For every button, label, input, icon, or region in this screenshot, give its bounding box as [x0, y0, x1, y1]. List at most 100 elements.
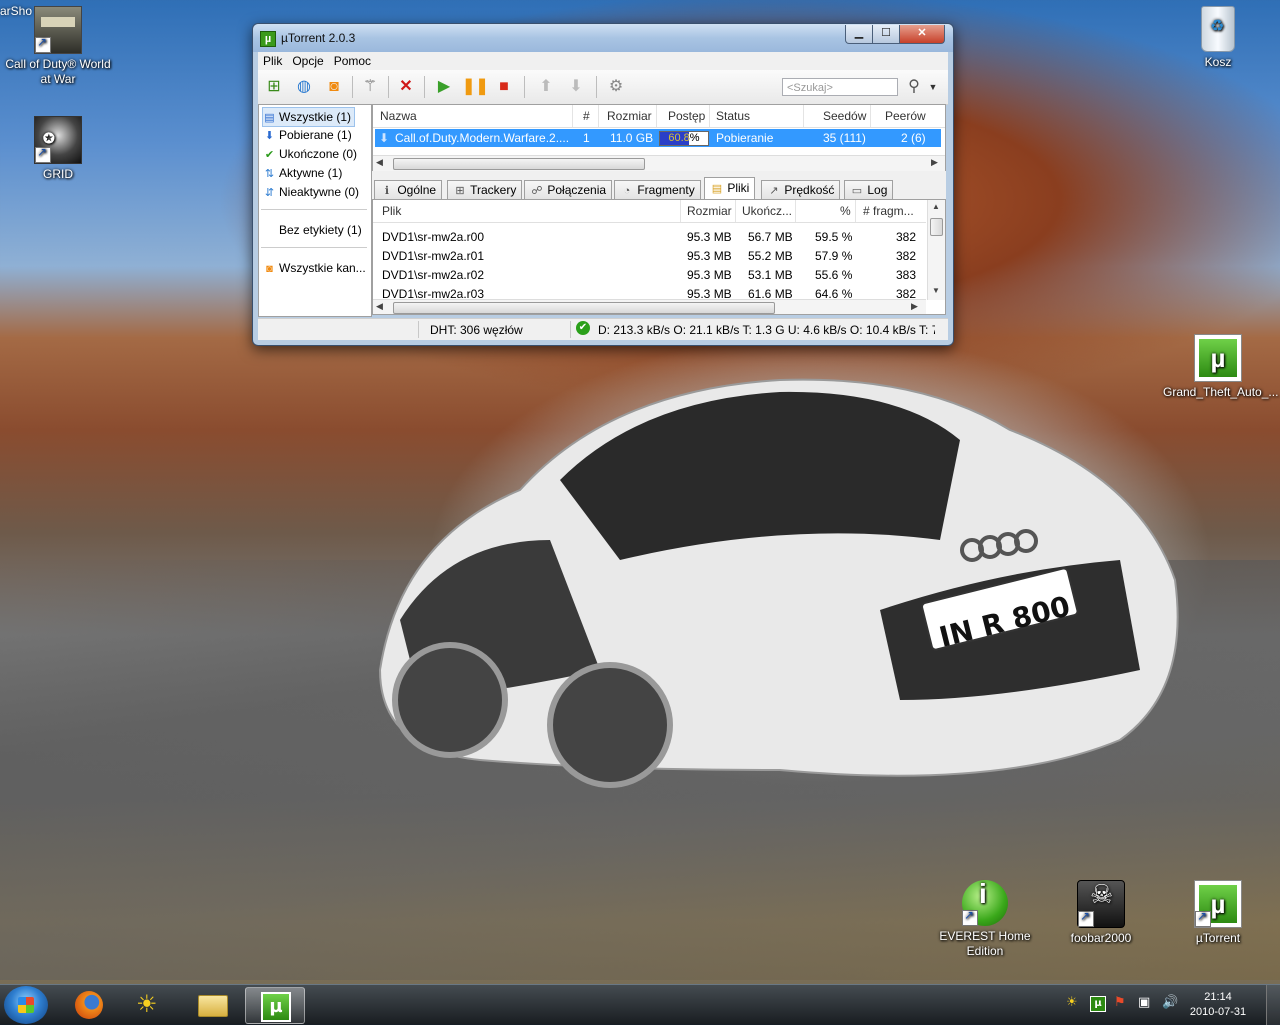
column-separator [735, 200, 736, 222]
column-pieces[interactable]: # fragm... [863, 204, 914, 218]
torrent-row[interactable]: ⬇ Call.of.Duty.Modern.Warfare.2.... 1 11… [375, 129, 941, 147]
column-percent[interactable]: % [840, 204, 851, 218]
category-inactive[interactable]: ⇵ Nieaktywne (0) [263, 183, 359, 201]
scroll-right-arrow-icon[interactable]: ▶ [911, 301, 918, 312]
taskbar-utorrent[interactable]: µ [245, 987, 305, 1024]
desktop-icon-gta-torrent[interactable]: µ Grand_Theft_Auto_... [1163, 334, 1278, 400]
remove-x-icon[interactable]: ✕ [394, 75, 418, 99]
desktop-icon-label: µTorrent [1195, 931, 1241, 945]
tab-files[interactable]: ▤ Pliki [704, 177, 756, 200]
add-url-icon[interactable]: ◍ [292, 75, 316, 99]
file-row[interactable]: DVD1\sr-mw2a.r02 95.3 MB 53.1 MB 55.6 % … [373, 265, 926, 284]
column-file-size[interactable]: Rozmiar [687, 204, 732, 218]
desktop-icon-utorrent[interactable]: µ µTorrent [1163, 880, 1273, 946]
taskbar-explorer[interactable] [182, 987, 240, 1022]
category-downloading[interactable]: ⬇ Pobierane (1) [263, 126, 352, 144]
tray-flag-icon[interactable]: ⚑ [1114, 995, 1126, 1010]
desktop-icon-everest[interactable]: i EVEREST Home Edition [930, 880, 1040, 959]
tab-label: Pliki [727, 181, 750, 195]
category-active[interactable]: ⇅ Aktywne (1) [263, 164, 342, 182]
create-torrent-wand-icon[interactable]: ⚚ [358, 75, 382, 99]
column-peers[interactable]: Peerów [885, 109, 926, 123]
tray-network-icon[interactable]: ▣ [1138, 995, 1150, 1010]
search-input[interactable]: <Szukaj> [782, 78, 898, 96]
scroll-left-arrow-icon[interactable]: ◀ [376, 157, 383, 168]
torrent-list-hscrollbar[interactable]: ◀ ▶ [373, 155, 945, 171]
column-completed[interactable]: Ukończ... [742, 204, 792, 218]
torrent-list: Nazwa # Rozmiar Postęp Status Seedów Pee… [372, 104, 946, 171]
scroll-left-arrow-icon[interactable]: ◀ [376, 301, 383, 312]
file-name: DVD1\sr-mw2a.r00 [382, 230, 485, 244]
file-percent: 57.9 % [815, 249, 853, 263]
preferences-gear-icon[interactable]: ⚙ [604, 75, 628, 99]
tab-peers[interactable]: ☍ Połączenia [524, 180, 613, 199]
category-completed[interactable]: ✔ Ukończone (0) [263, 145, 357, 163]
search-dropdown-icon[interactable]: ▼ [926, 75, 940, 99]
menu-plik[interactable]: Plik [258, 52, 287, 68]
torrent-list-header: Nazwa # Rozmiar Postęp Status Seedów Pee… [373, 105, 945, 128]
taskbar-firefox[interactable] [60, 987, 118, 1022]
start-orb-icon[interactable] [4, 986, 48, 1024]
toolbar-separator [388, 76, 389, 98]
column-separator [709, 105, 710, 127]
scroll-down-arrow-icon[interactable]: ▼ [932, 286, 940, 295]
category-all-feeds[interactable]: ◙ Wszystkie kan... [263, 259, 366, 277]
scrollbar-thumb[interactable] [393, 302, 775, 314]
utorrent-taskbar-icon: µ [261, 992, 291, 1022]
show-desktop-button[interactable] [1266, 985, 1280, 1025]
file-row[interactable]: DVD1\sr-mw2a.r00 95.3 MB 56.7 MB 59.5 % … [373, 227, 926, 246]
column-name[interactable]: Nazwa [380, 109, 417, 123]
sun-icon: ☀ [136, 990, 158, 1018]
category-all[interactable]: ▤ Wszystkie (1) [262, 107, 355, 127]
tab-log[interactable]: ▭ Log [844, 180, 894, 199]
clock[interactable]: 21:14 2010-07-31 [1186, 990, 1250, 1020]
search-magnifier-icon[interactable]: ⚲ [902, 75, 926, 99]
tray-utorrent-icon[interactable]: µ [1090, 996, 1106, 1012]
category-label: Bez etykiety (1) [279, 223, 362, 237]
column-num[interactable]: # [583, 109, 590, 123]
scroll-up-arrow-icon[interactable]: ▲ [932, 202, 940, 211]
tab-speed[interactable]: ↗ Prędkość [761, 180, 841, 199]
file-row[interactable]: DVD1\sr-mw2a.r01 95.3 MB 55.2 MB 57.9 % … [373, 246, 926, 265]
files-icon: ▤ [711, 183, 723, 195]
tab-trackers[interactable]: ⊞ Trackery [447, 180, 523, 199]
scrollbar-thumb[interactable] [393, 158, 645, 170]
file-list-hscrollbar[interactable]: ◀ ▶ [373, 299, 926, 314]
add-torrent-icon[interactable]: ⊞ [262, 75, 286, 99]
close-button[interactable]: ✕ [899, 25, 945, 44]
scroll-right-arrow-icon[interactable]: ▶ [931, 157, 938, 168]
move-up-icon[interactable]: ⬆ [534, 75, 558, 99]
tray-weather-icon[interactable]: ☀ [1066, 995, 1078, 1010]
info-icon: ℹ [384, 185, 390, 197]
add-rss-icon[interactable]: ◙ [322, 75, 346, 99]
minimize-button[interactable]: ▁ [845, 25, 873, 44]
column-status[interactable]: Status [716, 109, 750, 123]
tray-volume-icon[interactable]: 🔊 [1162, 995, 1178, 1010]
column-size[interactable]: Rozmiar [607, 109, 652, 123]
taskbar-weather-gadget[interactable]: ☀ [120, 987, 178, 1022]
desktop-icon-cod-waw[interactable]: Call of Duty® World at War [3, 6, 113, 87]
torrent-name: Call.of.Duty.Modern.Warfare.2.... [395, 131, 570, 145]
tab-pieces[interactable]: ◔ Fragmenty [614, 180, 701, 199]
move-down-icon[interactable]: ⬇ [564, 75, 588, 99]
column-progress[interactable]: Postęp [668, 109, 705, 123]
category-no-label[interactable]: Bez etykiety (1) [279, 221, 362, 239]
column-file[interactable]: Plik [382, 204, 401, 218]
scrollbar-thumb[interactable] [930, 218, 943, 236]
tab-general[interactable]: ℹ Ogólne [374, 180, 443, 199]
torrent-num: 1 [583, 131, 590, 145]
stop-icon[interactable]: ■ [492, 75, 516, 99]
desktop-icon-recycle-bin[interactable]: ♻ Kosz [1163, 6, 1273, 70]
title-bar[interactable]: µ µTorrent 2.0.3 ▁ ☐ ✕ [253, 24, 953, 52]
start-play-icon[interactable]: ▶ [432, 75, 456, 99]
desktop-icon-foobar[interactable]: ☠ foobar2000 [1046, 880, 1156, 946]
column-seeds[interactable]: Seedów [823, 109, 866, 123]
file-list-vscrollbar[interactable]: ▲ ▼ [927, 200, 945, 300]
downloading-arrow-icon: ⬇ [379, 131, 390, 145]
desktop-icon-grid[interactable]: ✪ GRID [3, 116, 113, 182]
column-separator [795, 200, 796, 222]
maximize-button[interactable]: ☐ [872, 25, 900, 44]
pause-icon[interactable]: ❚❚ [462, 75, 489, 99]
menu-opcje[interactable]: Opcje [287, 52, 328, 68]
menu-pomoc[interactable]: Pomoc [329, 52, 376, 68]
